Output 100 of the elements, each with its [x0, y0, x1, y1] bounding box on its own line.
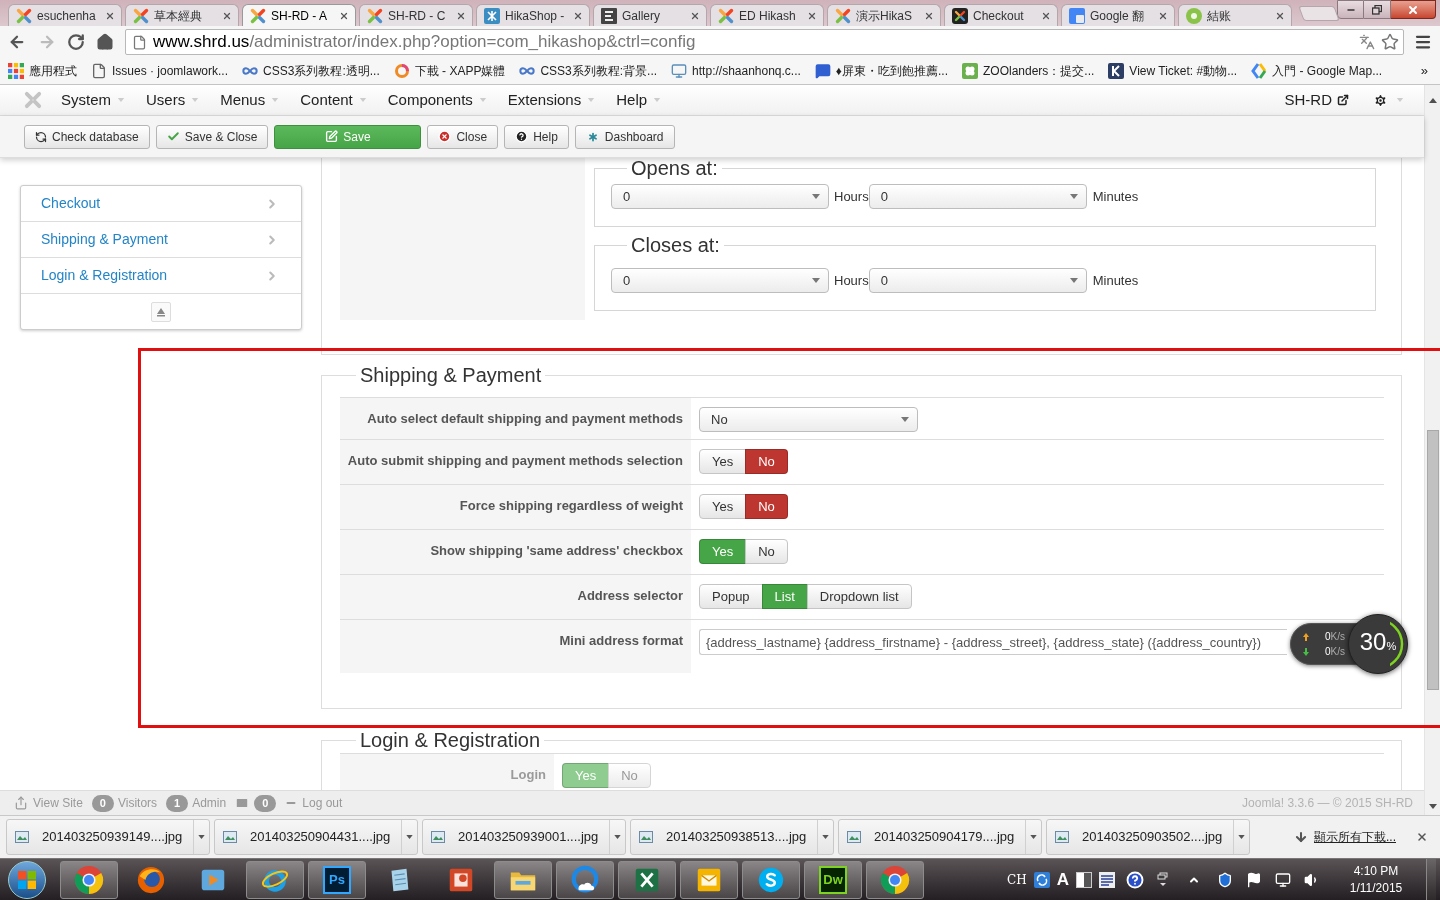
- segment-button[interactable]: No: [745, 449, 788, 474]
- bookmark-link[interactable]: CSS3系列教程:背景...: [519, 62, 658, 80]
- close-icon[interactable]: [1041, 10, 1051, 21]
- section-nav-item[interactable]: Shipping & Payment: [21, 222, 301, 258]
- help-button[interactable]: Help: [504, 124, 569, 149]
- clock-time[interactable]: 4:10 PM: [1353, 862, 1399, 880]
- language-indicator[interactable]: CH: [1007, 870, 1027, 889]
- hours-select[interactable]: 0: [611, 184, 829, 209]
- browser-tab[interactable]: ED Hikash: [710, 4, 824, 26]
- check-database-button[interactable]: Check database: [24, 124, 150, 149]
- scroll-up-icon[interactable]: [1428, 98, 1437, 103]
- taskbar-app-button[interactable]: [494, 860, 552, 899]
- maximize-button[interactable]: [1364, 0, 1391, 19]
- bookmark-link[interactable]: CSS3系列教程:透明...: [242, 62, 380, 80]
- taskbar-app-button[interactable]: [556, 860, 614, 899]
- taskbar-app-button[interactable]: [60, 860, 118, 899]
- segment-button[interactable]: No: [745, 494, 788, 519]
- start-button[interactable]: [8, 860, 46, 899]
- segment-button[interactable]: Popup: [699, 584, 763, 609]
- save-close-button[interactable]: Save & Close: [155, 124, 269, 149]
- taskbar-app-button[interactable]: [246, 860, 304, 899]
- minutes-select[interactable]: 0: [868, 184, 1087, 209]
- help-icon[interactable]: [1126, 870, 1144, 889]
- shield-icon[interactable]: [1217, 871, 1233, 888]
- caret-icon[interactable]: [1238, 835, 1245, 839]
- close-window-button[interactable]: [1391, 0, 1436, 19]
- close-icon[interactable]: [924, 10, 934, 21]
- browser-tab[interactable]: 演示HikaS: [827, 4, 941, 26]
- browser-tab[interactable]: esuchenha: [8, 4, 122, 26]
- close-icon[interactable]: [573, 10, 583, 21]
- menu-item[interactable]: Content: [300, 88, 367, 112]
- segment-button[interactable]: Yes: [699, 449, 747, 474]
- show-all-downloads-link[interactable]: 顯示所有下載...: [1314, 828, 1396, 846]
- bookmark-link[interactable]: http://shaanhonq.c...: [671, 62, 801, 80]
- taskbar-app-button[interactable]: Ps: [308, 860, 366, 899]
- site-link[interactable]: SH-RD: [1284, 88, 1349, 112]
- collapse-button[interactable]: [151, 301, 171, 322]
- caret-icon[interactable]: [406, 835, 413, 839]
- browser-tab[interactable]: SH-RD - A: [242, 4, 356, 26]
- taskbar-app-button[interactable]: [618, 860, 676, 899]
- translate-icon[interactable]: [1359, 34, 1375, 50]
- bookmark-link[interactable]: View Ticket: #動物...: [1108, 62, 1238, 80]
- menu-item[interactable]: Menus: [220, 88, 280, 112]
- browser-tab[interactable]: SH-RD - C: [359, 4, 473, 26]
- taskbar-app-button[interactable]: [866, 860, 924, 899]
- more-bookmarks-button[interactable]: »: [1420, 61, 1428, 81]
- input-method-icon[interactable]: [1033, 871, 1050, 888]
- close-icon[interactable]: [690, 10, 700, 21]
- bookmark-link[interactable]: 入門 - Google Map...: [1251, 62, 1383, 80]
- menu-item[interactable]: System: [61, 88, 125, 112]
- hours-select[interactable]: 0: [611, 268, 829, 293]
- close-icon[interactable]: [1416, 831, 1428, 843]
- option-select[interactable]: No: [699, 407, 918, 432]
- input-mode-indicator[interactable]: A: [1056, 866, 1069, 893]
- section-nav-item[interactable]: Checkout: [21, 186, 301, 222]
- back-icon[interactable]: [8, 33, 26, 51]
- section-nav-item[interactable]: Login & Registration: [21, 258, 301, 294]
- browser-tab[interactable]: 草本經典: [125, 4, 239, 26]
- segment-button[interactable]: Yes: [699, 494, 747, 519]
- taskbar-app-button[interactable]: Dw: [804, 860, 862, 899]
- home-icon[interactable]: [96, 33, 114, 51]
- flag-icon[interactable]: [1246, 871, 1262, 888]
- clock-date[interactable]: 1/11/2015: [1349, 879, 1403, 897]
- close-icon[interactable]: [339, 10, 349, 21]
- browser-tab[interactable]: 結账: [1178, 4, 1292, 26]
- close-icon[interactable]: [456, 10, 466, 21]
- browser-tab[interactable]: Google 翻: [1061, 4, 1175, 26]
- browser-tab[interactable]: Gallery: [593, 4, 707, 26]
- download-item[interactable]: 201403250903502....jpg: [1046, 819, 1250, 855]
- monitor-icon[interactable]: [1275, 871, 1291, 888]
- bookmark-link[interactable]: 應用程式: [8, 62, 77, 80]
- taskbar-app-button[interactable]: [742, 860, 800, 899]
- bookmark-link[interactable]: Issues · joomlawork...: [91, 62, 229, 80]
- bookmark-link[interactable]: ♦屏東・吃到飽推薦...: [814, 62, 948, 80]
- address-format-field[interactable]: {address_lastname} {address_firstname} - {address_street}, {address_state} ({address_country}): [699, 629, 1287, 655]
- keyboard-icon[interactable]: [1099, 871, 1115, 888]
- menu-item[interactable]: Users: [146, 88, 200, 112]
- close-icon[interactable]: [105, 10, 115, 21]
- reload-icon[interactable]: [67, 33, 85, 51]
- segment-button[interactable]: No: [745, 539, 788, 564]
- download-item[interactable]: 201403250939149....jpg: [6, 819, 210, 855]
- dashboard-button[interactable]: Dashboard: [574, 124, 675, 149]
- minimize-button[interactable]: [1337, 0, 1364, 19]
- menu-item[interactable]: Components: [387, 88, 487, 112]
- menu-icon[interactable]: [1414, 33, 1432, 51]
- close-icon[interactable]: [807, 10, 817, 21]
- caret-icon[interactable]: [822, 835, 829, 839]
- close-icon[interactable]: [1275, 10, 1285, 21]
- close-icon[interactable]: [222, 10, 232, 21]
- download-item[interactable]: 201403250938513....jpg: [630, 819, 834, 855]
- settings-menu-button[interactable]: [1373, 92, 1404, 108]
- browser-tab[interactable]: Checkout: [944, 4, 1058, 26]
- close-button[interactable]: Close: [427, 124, 499, 149]
- minutes-select[interactable]: 0: [868, 268, 1087, 293]
- menu-item[interactable]: Extensions: [507, 88, 596, 112]
- menu-item[interactable]: Help: [616, 88, 662, 112]
- caret-icon[interactable]: [1030, 835, 1037, 839]
- window-stack-icon[interactable]: [1157, 871, 1169, 888]
- taskbar-app-button[interactable]: [680, 860, 738, 899]
- download-item[interactable]: 201403250939001....jpg: [422, 819, 626, 855]
